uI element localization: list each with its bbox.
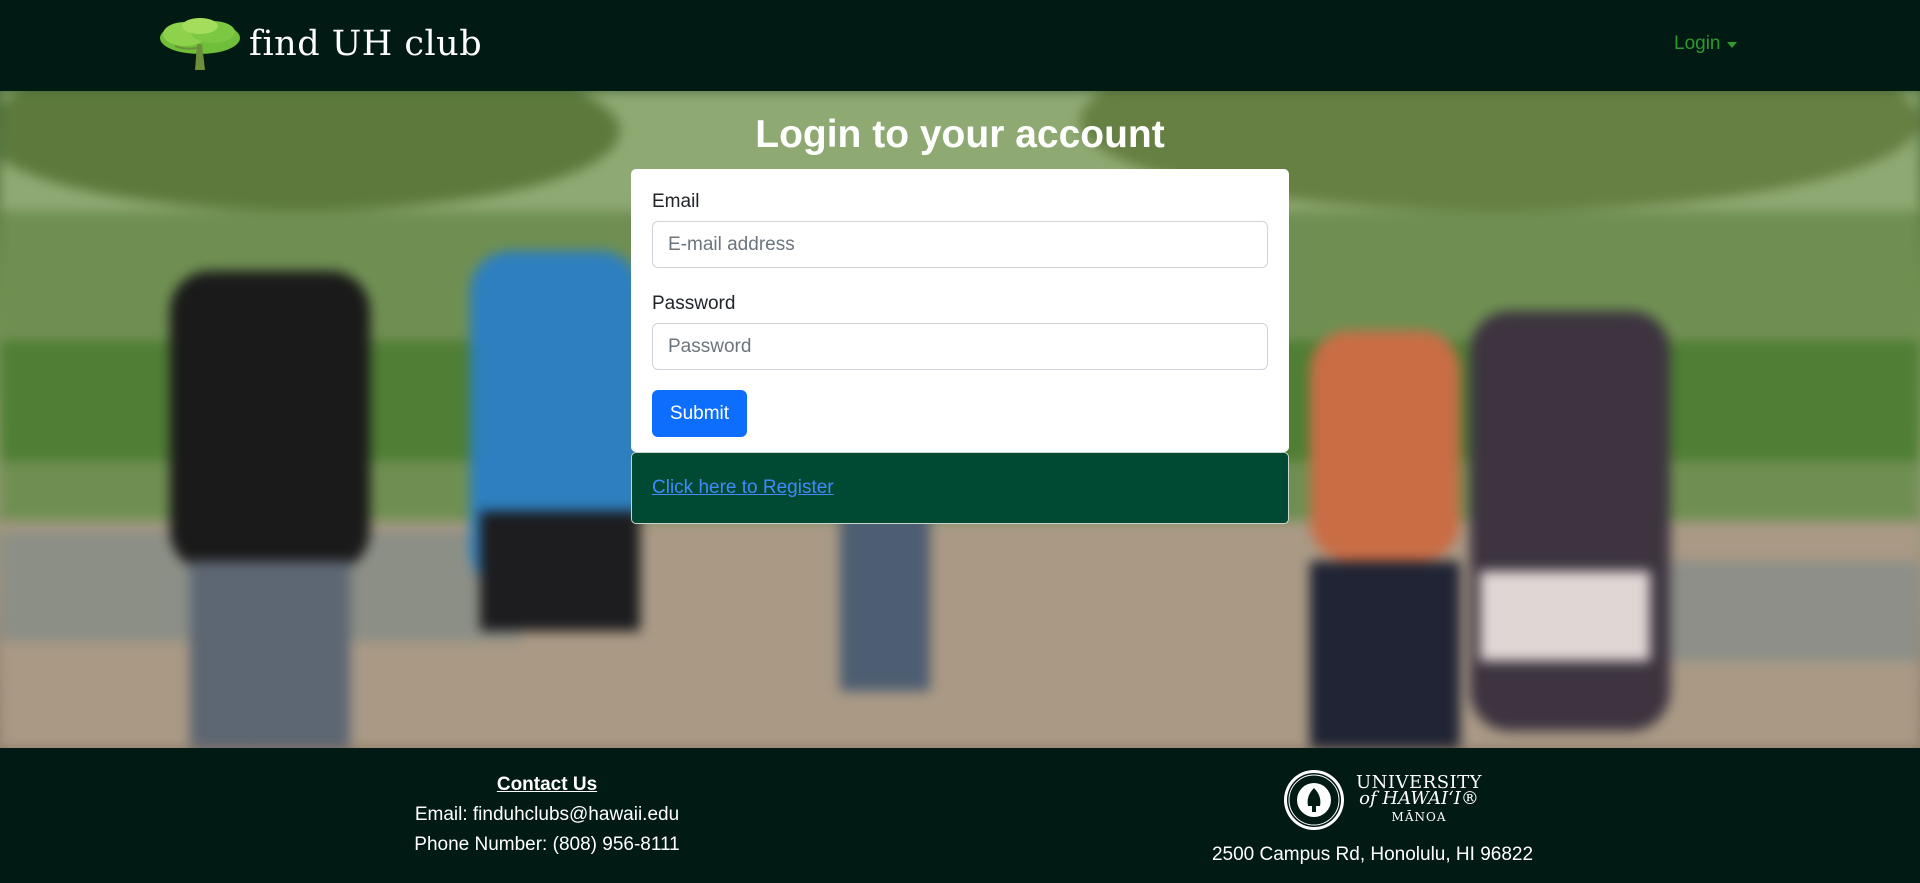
uh-manoa-logo: UNIVERSITY of HAWAI‘I® MĀNOA (1282, 768, 1482, 832)
contact-phone: Phone Number: (808) 956-8111 (414, 834, 680, 855)
login-dropdown-label: Login (1674, 33, 1721, 54)
caret-down-icon (1726, 42, 1737, 48)
address-text: 2500 Campus Rd, Honolulu, HI 96822 (1211, 844, 1534, 865)
email-field[interactable] (652, 221, 1268, 268)
login-form-card: Email Password Submit (631, 169, 1289, 452)
page-title: Login to your account (755, 113, 1165, 156)
submit-button[interactable]: Submit (652, 390, 747, 437)
email-label: Email (652, 191, 700, 212)
brand-text: find UH club (249, 24, 483, 64)
login-dropdown[interactable]: Login (1674, 33, 1737, 55)
password-field[interactable] (652, 323, 1268, 370)
contact-heading: Contact Us (496, 774, 598, 795)
password-label: Password (652, 293, 736, 314)
navbar: find UH club Login (0, 0, 1920, 91)
university-seal-icon (1284, 770, 1344, 830)
contact-email: Email: finduhclubs@hawaii.edu (414, 804, 680, 825)
brand-logo-link[interactable]: find UH club (155, 14, 482, 74)
university-line3: MĀNOA (1391, 810, 1447, 824)
footer: Contact Us Email: finduhclubs@hawaii.edu… (0, 748, 1920, 883)
register-link[interactable]: Click here to Register (652, 477, 834, 499)
university-wordmark: UNIVERSITY of HAWAI‘I® MĀNOA (1356, 774, 1482, 825)
contact-section: Contact Us Email: finduhclubs@hawaii.edu… (347, 770, 747, 860)
register-panel: Click here to Register (631, 452, 1289, 524)
tree-icon (160, 18, 240, 70)
hero-section: Login to your account Email Password Sub… (0, 91, 1920, 748)
university-line2: of HAWAI‘I® (1359, 788, 1479, 809)
